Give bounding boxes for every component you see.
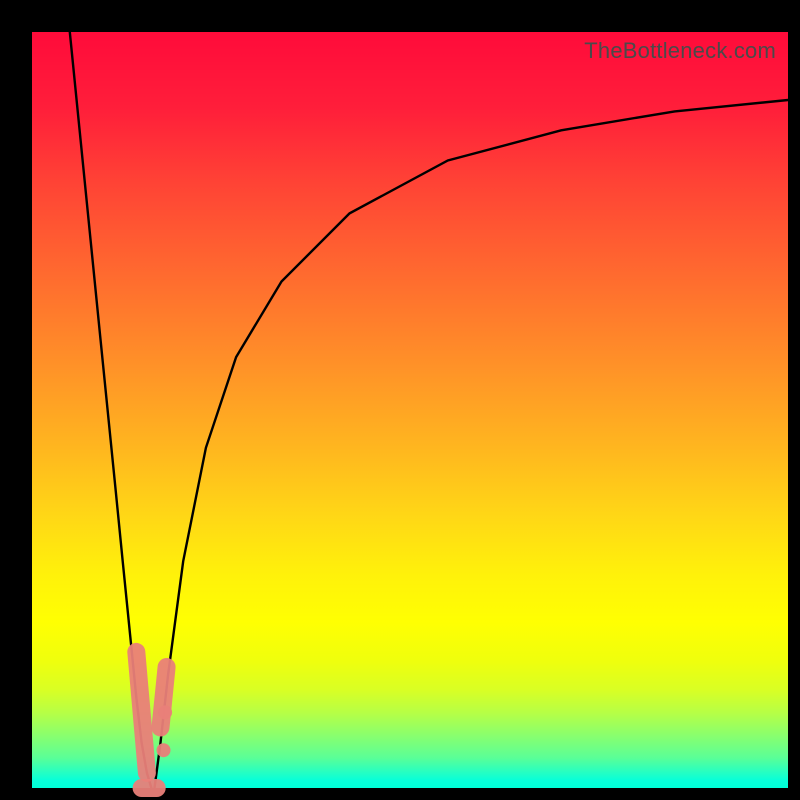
data-dot-1 [158,705,172,719]
data-dot-0 [157,743,171,757]
data-highlight-group [136,652,172,788]
right-branch-curve [155,100,789,788]
chart-frame: TheBottleneck.com [0,0,800,800]
plot-area: TheBottleneck.com [32,32,788,788]
data-segment-0 [136,652,147,773]
curve-layer [32,32,788,788]
